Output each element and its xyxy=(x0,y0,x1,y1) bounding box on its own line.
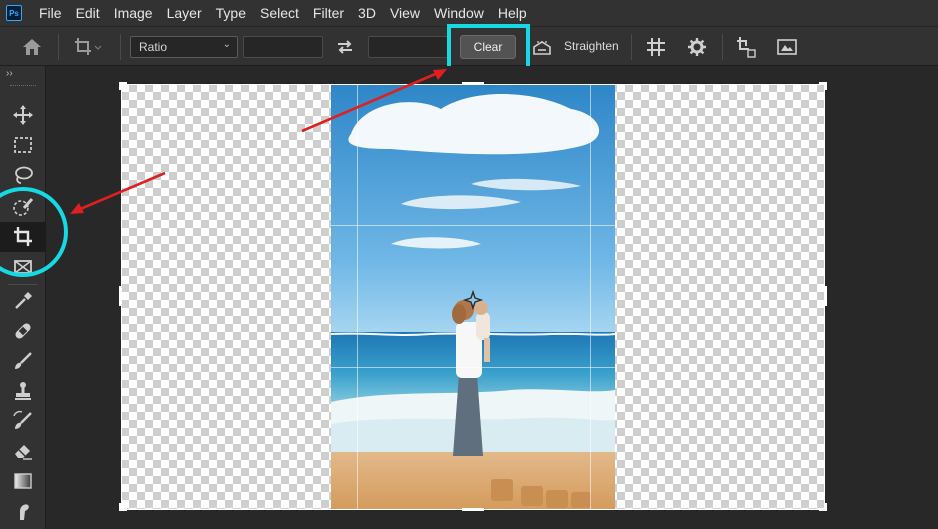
crop-delete-icon xyxy=(737,37,756,58)
eraser-tool[interactable] xyxy=(0,436,46,466)
divider xyxy=(722,34,723,60)
frame-tool[interactable] xyxy=(0,252,46,282)
beach-photo-image xyxy=(331,84,615,510)
smudge-tool[interactable] xyxy=(0,496,46,526)
rectangular-marquee-icon xyxy=(14,137,32,153)
crop-handle-top-left[interactable] xyxy=(119,82,122,90)
crop-guide-line xyxy=(331,225,615,226)
delete-cropped-pixels-button[interactable] xyxy=(733,27,759,67)
home-icon xyxy=(23,39,41,55)
tools-panel: ›› xyxy=(0,66,46,529)
quick-selection-tool[interactable] xyxy=(0,192,46,222)
brush-tool[interactable] xyxy=(0,346,46,376)
menu-select[interactable]: Select xyxy=(253,0,306,26)
clone-stamp-tool[interactable] xyxy=(0,376,46,406)
eyedropper-tool[interactable] xyxy=(0,286,46,316)
gradient-tool[interactable] xyxy=(0,466,46,496)
swap-icon xyxy=(338,40,352,54)
content-aware-icon xyxy=(777,39,797,55)
divider xyxy=(631,34,632,60)
divider xyxy=(8,284,38,285)
content-aware-button[interactable] xyxy=(772,27,802,67)
crop-tool-icon xyxy=(75,38,102,55)
menu-edit[interactable]: Edit xyxy=(69,0,107,26)
crop-handle-right[interactable] xyxy=(824,286,827,306)
gear-icon xyxy=(688,38,706,56)
swap-button[interactable] xyxy=(333,27,357,67)
home-button[interactable] xyxy=(18,27,46,67)
beach-photo[interactable] xyxy=(331,84,615,510)
photoshop-logo: Ps xyxy=(6,5,22,21)
lasso-icon xyxy=(15,166,33,184)
quick-selection-icon xyxy=(13,198,34,216)
crop-handle-left[interactable] xyxy=(119,286,122,306)
crop-tool[interactable] xyxy=(0,222,46,252)
menu-type[interactable]: Type xyxy=(209,0,253,26)
healing-brush-tool[interactable] xyxy=(0,316,46,346)
eyedropper-icon xyxy=(15,292,32,309)
menu-filter[interactable]: Filter xyxy=(306,0,351,26)
brush-icon xyxy=(15,352,32,369)
gradient-icon xyxy=(14,473,32,489)
straighten-tool-button[interactable] xyxy=(529,27,555,67)
crop-guide-line xyxy=(331,367,615,368)
eraser-icon xyxy=(15,445,32,460)
collapse-panel-icon[interactable]: ›› xyxy=(6,68,13,79)
grid-overlay-icon xyxy=(647,38,665,56)
frame-icon xyxy=(14,260,32,274)
history-brush-icon xyxy=(13,410,32,429)
tool-preset-picker[interactable] xyxy=(66,27,110,67)
clear-button-highlight xyxy=(447,24,530,70)
straighten-label[interactable]: Straighten xyxy=(564,26,619,66)
lasso-tool[interactable] xyxy=(0,160,46,190)
menu-bar: Ps File Edit Image Layer Type Select Fil… xyxy=(0,0,938,26)
menu-view[interactable]: View xyxy=(383,0,427,26)
menu-help[interactable]: Help xyxy=(491,0,534,26)
move-icon xyxy=(13,105,33,125)
crop-handle-bottom-right[interactable] xyxy=(824,503,827,511)
crop-guide-line xyxy=(590,84,591,510)
panel-grip[interactable] xyxy=(10,85,36,87)
height-field[interactable] xyxy=(368,36,450,58)
move-tool[interactable] xyxy=(0,100,46,130)
ratio-select-value: Ratio xyxy=(139,40,168,54)
overlay-options-button[interactable] xyxy=(643,27,669,67)
width-field[interactable] xyxy=(243,36,323,58)
menu-window[interactable]: Window xyxy=(427,0,491,26)
stamp-icon xyxy=(15,382,31,400)
ratio-select[interactable]: Ratio ⌄ xyxy=(130,36,238,58)
crop-handle-top[interactable] xyxy=(462,82,484,85)
crop-guide-line xyxy=(357,84,358,510)
menu-layer[interactable]: Layer xyxy=(160,0,209,26)
divider xyxy=(120,34,121,60)
bandage-icon xyxy=(15,323,31,339)
divider xyxy=(58,34,59,60)
crop-handle-bottom-left[interactable] xyxy=(119,503,122,511)
menu-image[interactable]: Image xyxy=(107,0,160,26)
chevron-down-icon: ⌄ xyxy=(222,39,231,50)
history-brush-tool[interactable] xyxy=(0,406,46,436)
menu-3d[interactable]: 3D xyxy=(351,0,383,26)
crop-handle-bottom[interactable] xyxy=(462,508,484,511)
smudge-icon xyxy=(20,504,29,520)
menu-file[interactable]: File xyxy=(32,0,69,26)
crop-settings-button[interactable] xyxy=(684,27,710,67)
marquee-tool[interactable] xyxy=(0,130,46,160)
crop-handle-top-right[interactable] xyxy=(824,82,827,90)
crop-icon xyxy=(14,227,32,246)
straighten-icon xyxy=(533,41,551,55)
